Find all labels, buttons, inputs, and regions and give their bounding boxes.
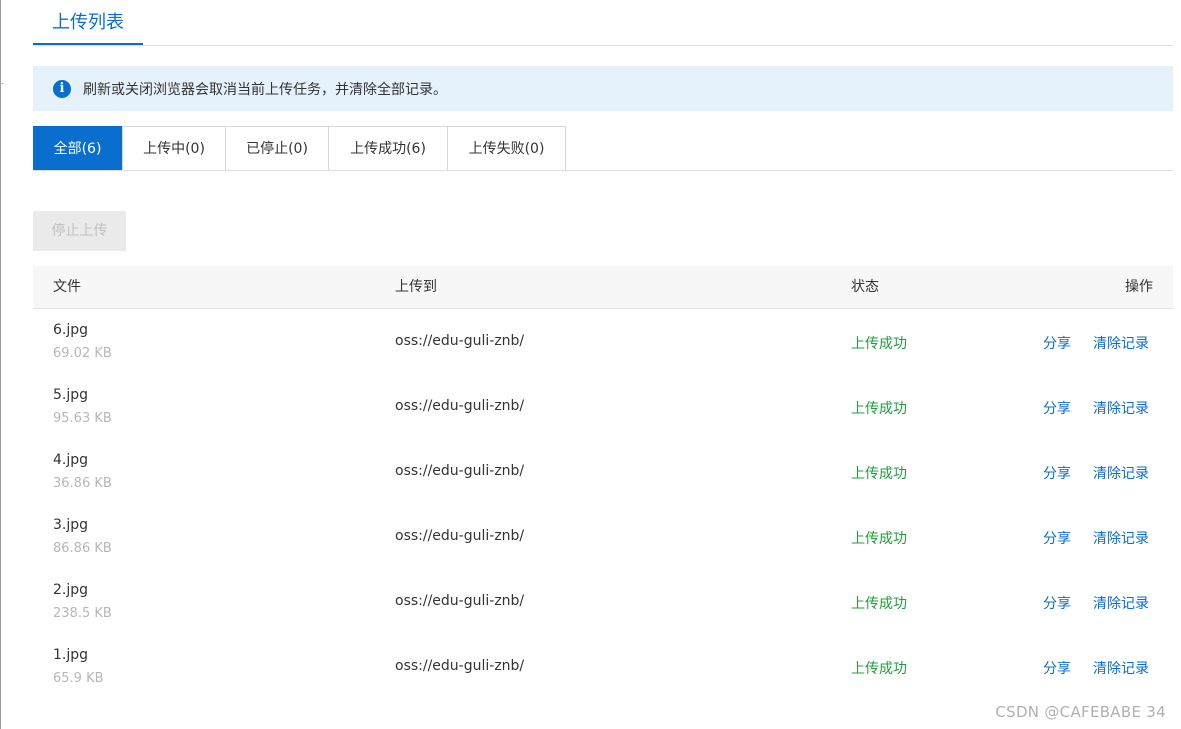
status-text: 上传成功 bbox=[851, 401, 907, 417]
share-link[interactable]: 分享 bbox=[1043, 528, 1071, 548]
upload-destination: oss://edu-guli-znb/ bbox=[395, 333, 525, 349]
clear-record-link[interactable]: 清除记录 bbox=[1093, 593, 1149, 613]
tab-upload-list[interactable]: 上传列表 bbox=[33, 0, 143, 45]
file-size: 86.86 KB bbox=[53, 541, 112, 556]
header-file: 文件 bbox=[53, 279, 81, 295]
upload-destination: oss://edu-guli-znb/ bbox=[395, 528, 525, 544]
file-size: 65.9 KB bbox=[53, 671, 104, 686]
file-size: 69.02 KB bbox=[53, 346, 112, 361]
table-header: 文件 上传到 状态 操作 bbox=[33, 266, 1173, 309]
status-text: 上传成功 bbox=[851, 336, 907, 352]
share-link[interactable]: 分享 bbox=[1043, 333, 1071, 353]
header-actions: 操作 bbox=[1125, 279, 1153, 295]
file-name: 5.jpg bbox=[53, 387, 89, 403]
upload-table-body: 6.jpg 69.02 KB oss://edu-guli-znb/ 上传成功 … bbox=[33, 310, 1173, 700]
table-row: 4.jpg 36.86 KB oss://edu-guli-znb/ 上传成功 … bbox=[33, 440, 1173, 505]
file-name: 4.jpg bbox=[53, 452, 89, 468]
watermark: CSDN @CAFEBABE 34 bbox=[995, 703, 1166, 721]
clear-record-link[interactable]: 清除记录 bbox=[1093, 463, 1149, 483]
upload-list-panel: 上传列表 i 刷新或关闭浏览器会取消当前上传任务，并清除全部记录。 全部(6) … bbox=[0, 0, 1181, 729]
status-text: 上传成功 bbox=[851, 531, 907, 547]
upload-destination: oss://edu-guli-znb/ bbox=[395, 593, 525, 609]
clear-record-link[interactable]: 清除记录 bbox=[1093, 398, 1149, 418]
upload-destination: oss://edu-guli-znb/ bbox=[395, 463, 525, 479]
filter-tabs: 全部(6) 上传中(0) 已停止(0) 上传成功(6) 上传失败(0) bbox=[33, 126, 1173, 171]
status-text: 上传成功 bbox=[851, 661, 907, 677]
file-size: 238.5 KB bbox=[53, 606, 112, 621]
status-text: 上传成功 bbox=[851, 466, 907, 482]
table-row: 5.jpg 95.63 KB oss://edu-guli-znb/ 上传成功 … bbox=[33, 375, 1173, 440]
tab-success[interactable]: 上传成功(6) bbox=[328, 126, 448, 170]
notice-banner: i 刷新或关闭浏览器会取消当前上传任务，并清除全部记录。 bbox=[33, 66, 1173, 111]
tab-uploading[interactable]: 上传中(0) bbox=[122, 126, 226, 170]
upload-destination: oss://edu-guli-znb/ bbox=[395, 658, 525, 674]
notice-text: 刷新或关闭浏览器会取消当前上传任务，并清除全部记录。 bbox=[83, 81, 447, 98]
clear-record-link[interactable]: 清除记录 bbox=[1093, 333, 1149, 353]
file-name: 1.jpg bbox=[53, 647, 89, 663]
tab-failed[interactable]: 上传失败(0) bbox=[447, 126, 566, 170]
file-name: 2.jpg bbox=[53, 582, 89, 598]
page-tabbar: 上传列表 bbox=[33, 0, 1173, 46]
table-row: 1.jpg 65.9 KB oss://edu-guli-znb/ 上传成功 分… bbox=[33, 635, 1173, 700]
file-name: 3.jpg bbox=[53, 517, 89, 533]
status-text: 上传成功 bbox=[851, 596, 907, 612]
table-row: 2.jpg 238.5 KB oss://edu-guli-znb/ 上传成功 … bbox=[33, 570, 1173, 635]
share-link[interactable]: 分享 bbox=[1043, 658, 1071, 678]
file-size: 95.63 KB bbox=[53, 411, 112, 426]
tab-all[interactable]: 全部(6) bbox=[33, 126, 122, 170]
info-icon: i bbox=[53, 79, 71, 98]
table-row: 6.jpg 69.02 KB oss://edu-guli-znb/ 上传成功 … bbox=[33, 310, 1173, 375]
share-link[interactable]: 分享 bbox=[1043, 463, 1071, 483]
header-destination: 上传到 bbox=[395, 279, 437, 295]
stop-upload-button[interactable]: 停止上传 bbox=[33, 211, 126, 251]
tab-stopped[interactable]: 已停止(0) bbox=[225, 126, 329, 170]
header-status: 状态 bbox=[851, 279, 879, 295]
clear-record-link[interactable]: 清除记录 bbox=[1093, 658, 1149, 678]
upload-destination: oss://edu-guli-znb/ bbox=[395, 398, 525, 414]
share-link[interactable]: 分享 bbox=[1043, 398, 1071, 418]
clear-record-link[interactable]: 清除记录 bbox=[1093, 528, 1149, 548]
file-size: 36.86 KB bbox=[53, 476, 112, 491]
divider bbox=[1, 83, 4, 84]
file-name: 6.jpg bbox=[53, 322, 89, 338]
share-link[interactable]: 分享 bbox=[1043, 593, 1071, 613]
table-row: 3.jpg 86.86 KB oss://edu-guli-znb/ 上传成功 … bbox=[33, 505, 1173, 570]
